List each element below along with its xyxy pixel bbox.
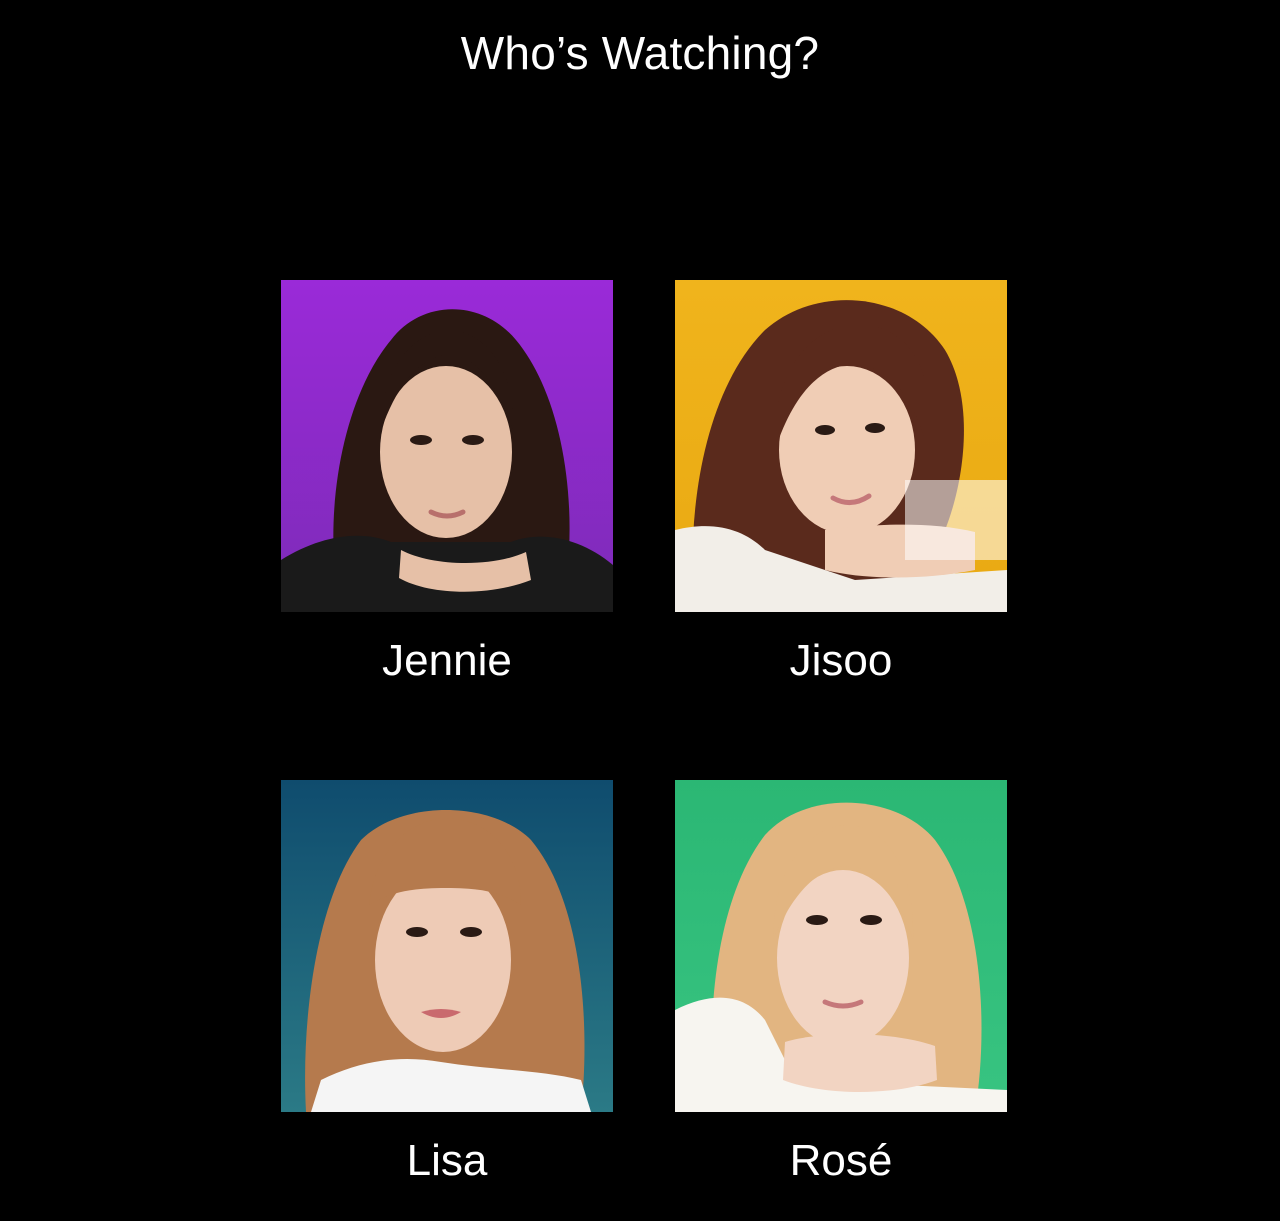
profile-avatar[interactable]	[281, 280, 613, 612]
profile-avatar[interactable]	[675, 280, 1007, 612]
profile-card-lisa[interactable]: Lisa	[281, 780, 613, 1185]
profile-avatar[interactable]	[675, 780, 1007, 1112]
profile-card-rose[interactable]: Rosé	[675, 780, 1007, 1185]
profile-card-jennie[interactable]: Jennie	[281, 280, 613, 685]
profile-name: Rosé	[789, 1136, 893, 1185]
page-title: Who’s Watching?	[460, 27, 820, 79]
avatar-illustration	[675, 280, 1007, 612]
profile-name: Jisoo	[789, 636, 893, 685]
profile-avatar[interactable]	[281, 780, 613, 1112]
profile-name: Lisa	[406, 1136, 488, 1185]
profile-card-jisoo[interactable]: Jisoo	[675, 280, 1007, 685]
avatar-illustration	[281, 280, 613, 612]
profile-name: Jennie	[382, 636, 512, 685]
avatar-illustration	[675, 780, 1007, 1112]
avatar-illustration	[281, 780, 613, 1112]
